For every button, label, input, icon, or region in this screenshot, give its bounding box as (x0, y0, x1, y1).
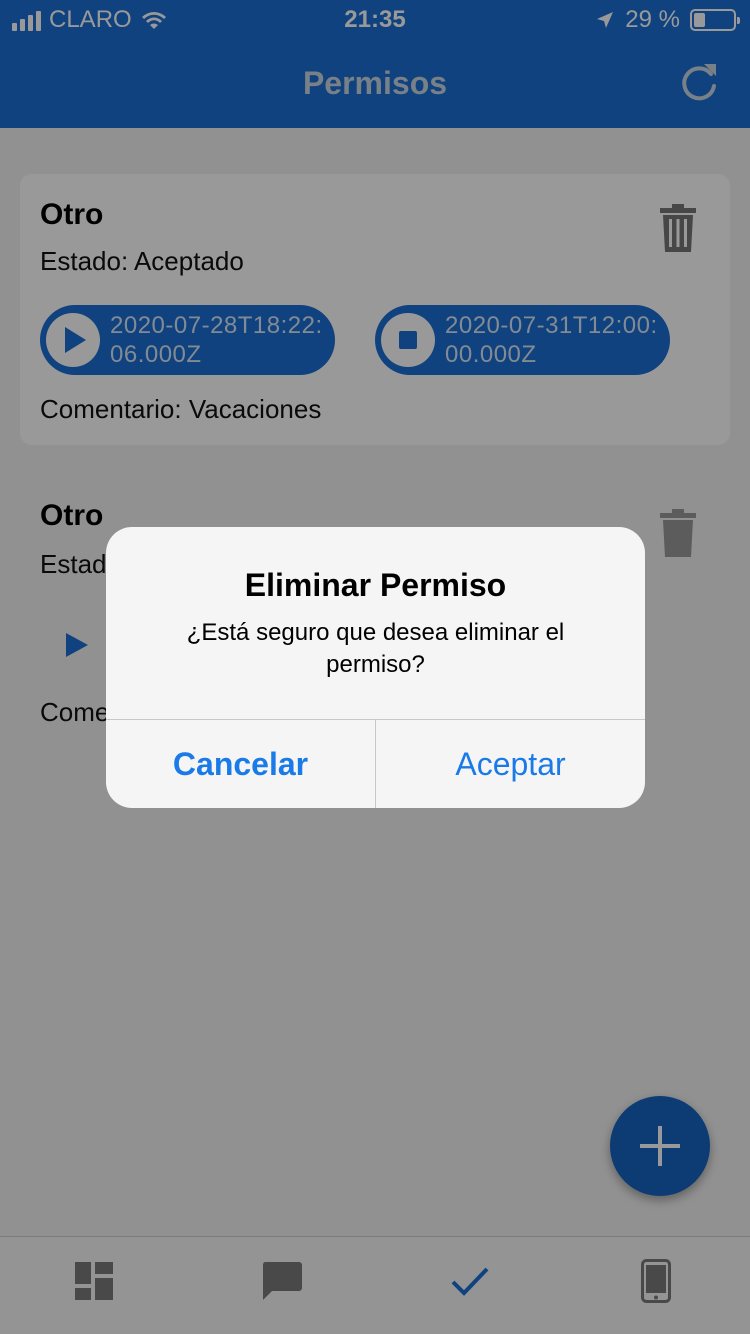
cancel-button[interactable]: Cancelar (106, 720, 375, 808)
dialog-message: ¿Está seguro que desea eliminar el permi… (186, 619, 565, 678)
delete-permit-dialog: Eliminar Permiso ¿Está seguro que desea … (106, 527, 645, 808)
accept-button[interactable]: Aceptar (376, 720, 645, 808)
dialog-title: Eliminar Permiso (244, 567, 507, 603)
